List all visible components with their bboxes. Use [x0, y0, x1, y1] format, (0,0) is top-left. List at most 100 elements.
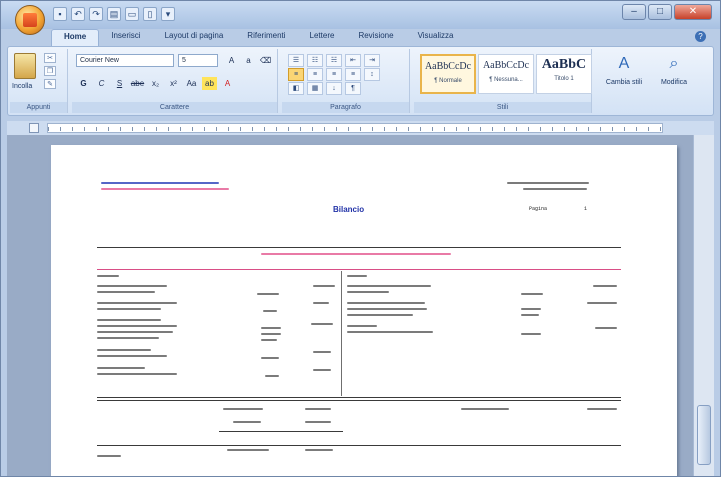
- text-line: [261, 333, 281, 335]
- font-size-buttons: A a ⌫: [224, 54, 273, 67]
- help-icon[interactable]: ?: [695, 31, 706, 42]
- paste-icon[interactable]: [14, 53, 36, 79]
- text-line: [97, 455, 121, 457]
- undo-icon[interactable]: ↶: [71, 7, 85, 21]
- office-logo-icon: [23, 13, 37, 27]
- paragraph-row-1: ☰ ☷ ☵ ⇤ ⇥: [288, 54, 380, 67]
- font-size-dropdown[interactable]: 5: [178, 54, 218, 67]
- highlight-color-icon[interactable]: ab: [202, 77, 217, 90]
- horizontal-ruler[interactable]: [47, 123, 663, 133]
- header-line: [523, 188, 587, 190]
- text-line: [521, 293, 543, 295]
- scrollbar-thumb[interactable]: [697, 405, 711, 465]
- sort-icon[interactable]: ↓: [326, 82, 342, 95]
- header-line: [101, 182, 219, 184]
- open-icon[interactable]: ▭: [125, 7, 139, 21]
- font-color-icon[interactable]: A: [220, 77, 235, 90]
- new-document-icon[interactable]: ▯: [143, 7, 157, 21]
- divider-line: [97, 247, 621, 248]
- subtitle-line: [261, 253, 451, 255]
- tab-review[interactable]: Revisione: [346, 29, 405, 46]
- copy-icon[interactable]: ❐: [44, 66, 56, 76]
- minimize-button[interactable]: –: [622, 4, 646, 20]
- print-icon[interactable]: ▤: [107, 7, 121, 21]
- style-heading-1[interactable]: AaBbC Titolo 1: [536, 54, 592, 94]
- text-line: [263, 310, 277, 312]
- format-painter-icon[interactable]: ✎: [44, 79, 56, 89]
- paragraph-group-label: Paragrafo: [282, 102, 409, 113]
- redo-icon[interactable]: ↷: [89, 7, 103, 21]
- tab-references[interactable]: Riferimenti: [235, 29, 297, 46]
- paragraph-row-2: ≡ ≡ ≡ ≡ ↕: [288, 68, 380, 81]
- italic-button[interactable]: C: [94, 77, 109, 90]
- header-line: [507, 182, 589, 184]
- text-line: [347, 285, 431, 287]
- underline-button[interactable]: S: [112, 77, 127, 90]
- strikethrough-button[interactable]: abe: [130, 77, 145, 90]
- shading-icon[interactable]: ◧: [288, 82, 304, 95]
- total-line: [305, 449, 333, 451]
- text-line: [593, 285, 617, 287]
- style-name: ¶ Nessuna...: [489, 77, 523, 83]
- shrink-font-icon[interactable]: a: [241, 54, 256, 67]
- tab-insert[interactable]: Inserisci: [99, 29, 152, 46]
- vertical-scrollbar[interactable]: [693, 135, 714, 476]
- style-no-spacing[interactable]: AaBbCcDc ¶ Nessuna...: [478, 54, 534, 94]
- text-line: [97, 337, 159, 339]
- clear-formatting-icon[interactable]: ⌫: [258, 54, 273, 67]
- text-line: [347, 291, 389, 293]
- save-icon[interactable]: ▪: [53, 7, 67, 21]
- text-line: [97, 319, 161, 321]
- align-center-icon[interactable]: ≡: [307, 68, 323, 81]
- text-line: [97, 373, 177, 375]
- document-page[interactable]: Pagina 1 Bilancio: [51, 145, 677, 476]
- customize-toolbar-icon[interactable]: ▾: [161, 7, 175, 21]
- paste-button-label[interactable]: Incolla: [12, 83, 32, 90]
- justify-icon[interactable]: ≡: [345, 68, 361, 81]
- total-line: [461, 408, 509, 410]
- line-spacing-icon[interactable]: ↕: [364, 68, 380, 81]
- text-line: [347, 314, 413, 316]
- text-line: [347, 331, 433, 333]
- text-line: [97, 302, 177, 304]
- close-button[interactable]: ✕: [674, 4, 712, 20]
- subscript-button[interactable]: x₂: [148, 77, 163, 90]
- tab-selector[interactable]: [29, 123, 39, 133]
- tab-home[interactable]: Home: [51, 29, 100, 46]
- divider-line: [97, 397, 621, 398]
- change-styles-button[interactable]: A Cambia stili: [602, 53, 646, 86]
- total-line: [305, 421, 331, 423]
- ribbon-tabs: Home Inserisci Layout di pagina Riferime…: [51, 29, 465, 46]
- font-group-label: Carattere: [72, 102, 277, 113]
- divider-line: [97, 400, 621, 401]
- superscript-button[interactable]: x²: [166, 77, 181, 90]
- font-name-dropdown[interactable]: Courier New: [76, 54, 174, 67]
- tab-mailings[interactable]: Lettere: [298, 29, 347, 46]
- maximize-button[interactable]: □: [648, 4, 672, 20]
- multilevel-list-icon[interactable]: ☵: [326, 54, 342, 67]
- change-case-button[interactable]: Aa: [184, 77, 199, 90]
- borders-icon[interactable]: ▦: [307, 82, 323, 95]
- align-right-icon[interactable]: ≡: [326, 68, 342, 81]
- bold-button[interactable]: G: [76, 77, 91, 90]
- total-line: [587, 408, 617, 410]
- total-line: [305, 408, 331, 410]
- total-line: [223, 408, 263, 410]
- text-line: [347, 325, 377, 327]
- page-label: Pagina: [529, 206, 548, 212]
- increase-indent-icon[interactable]: ⇥: [364, 54, 380, 67]
- style-normal[interactable]: AaBbCcDc ¶ Normale: [420, 54, 476, 94]
- cut-icon[interactable]: ✂: [44, 53, 56, 63]
- numbering-icon[interactable]: ☷: [307, 54, 323, 67]
- text-line: [97, 285, 167, 287]
- font-format-row: G C S abe x₂ x² Aa ab A: [76, 77, 235, 90]
- office-button[interactable]: [15, 5, 45, 35]
- edit-button[interactable]: ⌕ Modifica: [652, 53, 696, 86]
- align-left-icon[interactable]: ≡: [288, 68, 304, 81]
- decrease-indent-icon[interactable]: ⇤: [345, 54, 361, 67]
- tab-view[interactable]: Visualizza: [406, 29, 466, 46]
- tab-page-layout[interactable]: Layout di pagina: [153, 29, 236, 46]
- bullets-icon[interactable]: ☰: [288, 54, 304, 67]
- grow-font-icon[interactable]: A: [224, 54, 239, 67]
- show-marks-icon[interactable]: ¶: [345, 82, 361, 95]
